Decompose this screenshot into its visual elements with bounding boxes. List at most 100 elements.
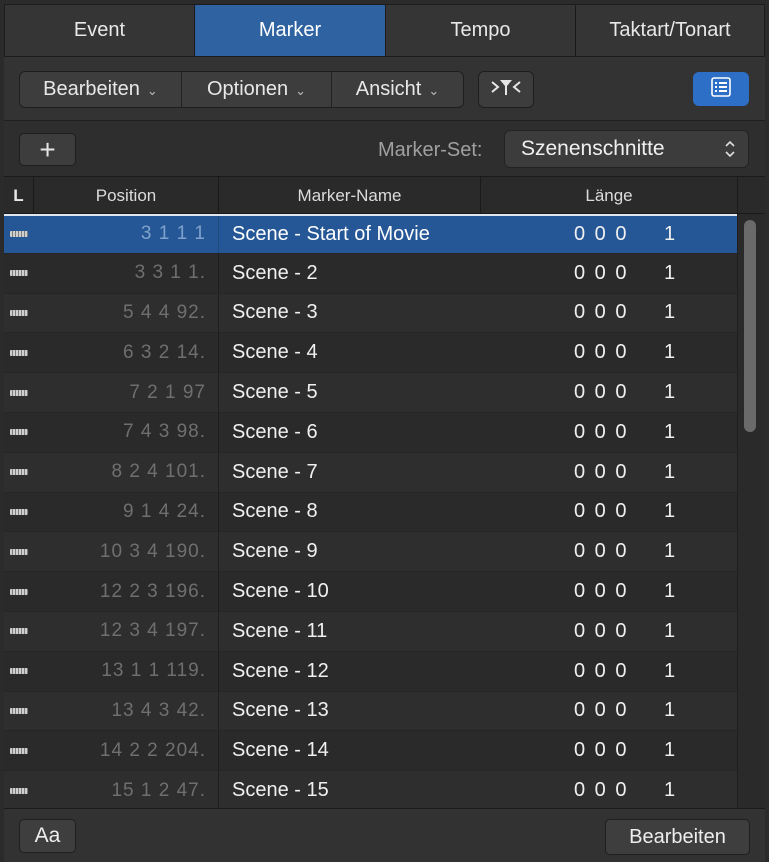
marker-name-cell[interactable]: Scene - Start of Movie bbox=[232, 216, 482, 253]
length-ticks-cell[interactable]: 1 bbox=[664, 652, 684, 691]
marker-name-cell[interactable]: Scene - 7 bbox=[232, 453, 482, 492]
position-cell[interactable]: 5 4 4 92. bbox=[34, 293, 219, 333]
tab-marker[interactable]: Marker bbox=[195, 5, 386, 56]
lock-cell[interactable] bbox=[4, 254, 34, 293]
length-bars-cell[interactable]: 0 0 0 bbox=[574, 771, 644, 808]
length-bars-cell[interactable]: 0 0 0 bbox=[574, 532, 644, 571]
position-cell[interactable]: 13 4 3 42. bbox=[34, 691, 219, 731]
position-cell[interactable]: 3 1 1 1 bbox=[34, 216, 219, 253]
lock-cell[interactable] bbox=[4, 294, 34, 333]
length-ticks-cell[interactable]: 1 bbox=[664, 413, 684, 452]
font-size-button[interactable]: Aa bbox=[19, 819, 76, 853]
column-position[interactable]: Position bbox=[34, 177, 219, 214]
column-length[interactable]: Länge bbox=[481, 177, 738, 214]
lock-cell[interactable] bbox=[4, 493, 34, 532]
view-menu[interactable]: Ansicht ⌄ bbox=[332, 72, 463, 107]
lock-cell[interactable] bbox=[4, 612, 34, 651]
scrollbar-thumb[interactable] bbox=[744, 220, 756, 432]
list-view-button[interactable] bbox=[693, 72, 749, 106]
length-ticks-cell[interactable]: 1 bbox=[664, 453, 684, 492]
position-cell[interactable]: 13 1 1 119. bbox=[34, 651, 219, 691]
position-cell[interactable]: 7 2 1 97 bbox=[34, 373, 219, 412]
length-bars-cell[interactable]: 0 0 0 bbox=[574, 413, 644, 452]
marker-name-cell[interactable]: Scene - 3 bbox=[232, 294, 482, 333]
table-row[interactable]: 12 3 4 197. Scene - 11 0 0 0 1 bbox=[4, 611, 737, 652]
edit-menu[interactable]: Bearbeiten ⌄ bbox=[20, 72, 182, 107]
table-row[interactable]: 13 1 1 119. Scene - 12 0 0 0 1 bbox=[4, 651, 737, 692]
length-bars-cell[interactable]: 0 0 0 bbox=[574, 652, 644, 691]
tab-tempo[interactable]: Tempo bbox=[386, 5, 576, 56]
marker-name-cell[interactable]: Scene - 6 bbox=[232, 413, 482, 452]
length-ticks-cell[interactable]: 1 bbox=[664, 692, 684, 731]
position-cell[interactable]: 9 1 4 24. bbox=[34, 492, 219, 532]
table-row[interactable]: 3 1 1 1 Scene - Start of Movie 0 0 0 1 bbox=[4, 214, 737, 254]
position-cell[interactable]: 6 3 2 14. bbox=[34, 333, 219, 373]
marker-name-cell[interactable]: Scene - 5 bbox=[232, 373, 482, 412]
lock-cell[interactable] bbox=[4, 453, 34, 492]
add-marker-button[interactable]: + bbox=[19, 133, 76, 166]
length-bars-cell[interactable]: 0 0 0 bbox=[574, 692, 644, 731]
marker-set-select[interactable]: Szenenschnitte bbox=[504, 130, 749, 168]
length-ticks-cell[interactable]: 1 bbox=[664, 254, 684, 293]
length-ticks-cell[interactable]: 1 bbox=[664, 333, 684, 372]
marker-name-cell[interactable]: Scene - 10 bbox=[232, 572, 482, 611]
length-bars-cell[interactable]: 0 0 0 bbox=[574, 493, 644, 532]
length-ticks-cell[interactable]: 1 bbox=[664, 373, 684, 412]
position-cell[interactable]: 12 2 3 196. bbox=[34, 572, 219, 611]
marker-name-cell[interactable]: Scene - 13 bbox=[232, 692, 482, 731]
length-bars-cell[interactable]: 0 0 0 bbox=[574, 254, 644, 293]
lock-cell[interactable] bbox=[4, 692, 34, 731]
position-cell[interactable]: 12 3 4 197. bbox=[34, 611, 219, 651]
lock-cell[interactable] bbox=[4, 216, 34, 253]
edit-button[interactable]: Bearbeiten bbox=[605, 819, 750, 855]
lock-cell[interactable] bbox=[4, 572, 34, 611]
lock-cell[interactable] bbox=[4, 652, 34, 691]
table-row[interactable]: 12 2 3 196. Scene - 10 0 0 0 1 bbox=[4, 572, 737, 612]
lock-cell[interactable] bbox=[4, 373, 34, 412]
length-ticks-cell[interactable]: 1 bbox=[664, 612, 684, 651]
options-menu[interactable]: Optionen ⌄ bbox=[182, 72, 332, 107]
table-row[interactable]: 13 4 3 42. Scene - 13 0 0 0 1 bbox=[4, 691, 737, 732]
lock-cell[interactable] bbox=[4, 731, 34, 770]
column-lock[interactable]: L bbox=[4, 177, 34, 214]
position-cell[interactable]: 14 2 2 204. bbox=[34, 731, 219, 771]
length-bars-cell[interactable]: 0 0 0 bbox=[574, 572, 644, 611]
length-bars-cell[interactable]: 0 0 0 bbox=[574, 216, 644, 253]
marker-name-cell[interactable]: Scene - 2 bbox=[232, 254, 482, 293]
length-ticks-cell[interactable]: 1 bbox=[664, 771, 684, 808]
table-row[interactable]: 7 2 1 97 Scene - 5 0 0 0 1 bbox=[4, 373, 737, 413]
lock-cell[interactable] bbox=[4, 333, 34, 372]
position-cell[interactable]: 10 3 4 190. bbox=[34, 532, 219, 572]
position-cell[interactable]: 8 2 4 101. bbox=[34, 452, 219, 492]
table-row[interactable]: 5 4 4 92. Scene - 3 0 0 0 1 bbox=[4, 293, 737, 334]
position-cell[interactable]: 3 3 1 1. bbox=[34, 253, 219, 293]
tab-signature[interactable]: Taktart/Tonart bbox=[576, 5, 764, 56]
length-ticks-cell[interactable]: 1 bbox=[664, 493, 684, 532]
table-row[interactable]: 15 1 2 47. Scene - 15 0 0 0 1 bbox=[4, 771, 737, 808]
length-bars-cell[interactable]: 0 0 0 bbox=[574, 294, 644, 333]
lock-cell[interactable] bbox=[4, 771, 34, 808]
marker-name-cell[interactable]: Scene - 9 bbox=[232, 532, 482, 571]
column-marker-name[interactable]: Marker-Name bbox=[219, 177, 481, 214]
table-row[interactable]: 3 3 1 1. Scene - 2 0 0 0 1 bbox=[4, 253, 737, 294]
length-bars-cell[interactable]: 0 0 0 bbox=[574, 373, 644, 412]
length-ticks-cell[interactable]: 1 bbox=[664, 294, 684, 333]
length-ticks-cell[interactable]: 1 bbox=[664, 216, 684, 253]
table-row[interactable]: 10 3 4 190. Scene - 9 0 0 0 1 bbox=[4, 532, 737, 573]
length-ticks-cell[interactable]: 1 bbox=[664, 532, 684, 571]
length-bars-cell[interactable]: 0 0 0 bbox=[574, 333, 644, 372]
table-row[interactable]: 8 2 4 101. Scene - 7 0 0 0 1 bbox=[4, 452, 737, 493]
marker-name-cell[interactable]: Scene - 12 bbox=[232, 652, 482, 691]
marker-name-cell[interactable]: Scene - 8 bbox=[232, 493, 482, 532]
length-ticks-cell[interactable]: 1 bbox=[664, 731, 684, 770]
lock-cell[interactable] bbox=[4, 532, 34, 571]
lock-cell[interactable] bbox=[4, 413, 34, 452]
marker-name-cell[interactable]: Scene - 4 bbox=[232, 333, 482, 372]
tab-event[interactable]: Event bbox=[5, 5, 195, 56]
length-ticks-cell[interactable]: 1 bbox=[664, 572, 684, 611]
marker-name-cell[interactable]: Scene - 11 bbox=[232, 612, 482, 651]
length-bars-cell[interactable]: 0 0 0 bbox=[574, 731, 644, 770]
length-bars-cell[interactable]: 0 0 0 bbox=[574, 612, 644, 651]
position-cell[interactable]: 7 4 3 98. bbox=[34, 412, 219, 452]
table-row[interactable]: 7 4 3 98. Scene - 6 0 0 0 1 bbox=[4, 412, 737, 453]
